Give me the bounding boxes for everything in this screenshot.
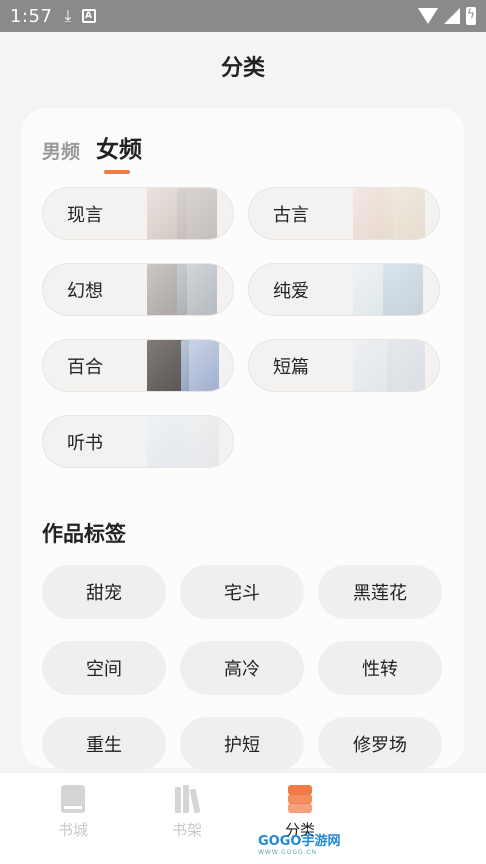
category-card: 男频 女频 现言 古言 幻想 纯爱 百合 短篇 听书 作品标签 甜宠 宅斗 黑莲… [22,108,464,771]
book-covers-image [147,188,223,239]
book-covers-image [147,264,223,315]
tag-heilianhua[interactable]: 黑莲花 [318,565,442,619]
status-time: 1:57 [10,5,53,27]
book-covers-image [353,340,429,391]
bottom-nav: 书城 书架 分类 [0,772,486,864]
category-label: 现言 [67,204,103,226]
tag-tianchong[interactable]: 甜宠 [42,565,166,619]
watermark-text: GOGO手游网 [258,834,341,849]
category-label: 幻想 [67,280,103,302]
bookshelf-icon [173,785,201,814]
category-xianyan[interactable]: 现言 [42,187,234,240]
nav-bookstore[interactable]: 书城 [43,785,103,840]
category-grid: 现言 古言 幻想 纯爱 百合 短篇 听书 [42,187,442,468]
page-title: 分类 [220,56,265,81]
book-covers-image [147,416,223,467]
tab-female[interactable]: 女频 [96,130,142,174]
signal-icon [444,8,460,24]
category-label: 古言 [273,204,309,226]
tag-chongsheng[interactable]: 重生 [42,717,166,771]
status-bar: 1:57 ⤓ A [0,0,486,32]
category-duanpian[interactable]: 短篇 [248,339,440,392]
watermark-sub: WWW.GOGO.CN [258,849,318,856]
category-tingshu[interactable]: 听书 [42,415,234,468]
tag-xingzhuan[interactable]: 性转 [318,641,442,695]
book-icon [61,785,85,813]
book-covers-image [353,188,429,239]
nav-label: 书架 [171,821,202,839]
tag-grid: 甜宠 宅斗 黑莲花 空间 高冷 性转 重生 护短 修罗场 [42,565,442,771]
nav-label: 书城 [57,821,88,839]
category-label: 百合 [67,356,103,378]
category-label: 听书 [67,432,103,454]
category-guyan[interactable]: 古言 [248,187,440,240]
tab-male[interactable]: 男频 [42,137,80,164]
book-covers-image [147,340,223,391]
gender-tabs: 男频 女频 [42,130,142,174]
a-icon: A [81,9,96,23]
battery-icon [466,7,476,25]
tag-xiuluochang[interactable]: 修罗场 [318,717,442,771]
category-chunai[interactable]: 纯爱 [248,263,440,316]
category-label: 短篇 [273,356,309,378]
book-covers-image [353,264,429,315]
tag-zhaidou[interactable]: 宅斗 [180,565,304,619]
tag-huduan[interactable]: 护短 [180,717,304,771]
layers-icon [285,785,315,813]
tag-kongjian[interactable]: 空间 [42,641,166,695]
category-label: 纯爱 [273,280,309,302]
wifi-icon [418,8,438,24]
tag-gaoleng[interactable]: 高冷 [180,641,304,695]
tags-section-title: 作品标签 [42,522,126,546]
category-baihe[interactable]: 百合 [42,339,234,392]
watermark-logo: GOGO手游网 WWW.GOGO.CN [258,830,340,856]
nav-bookshelf[interactable]: 书架 [157,785,217,840]
download-icon: ⤓ [64,6,72,25]
category-huanxiang[interactable]: 幻想 [42,263,234,316]
